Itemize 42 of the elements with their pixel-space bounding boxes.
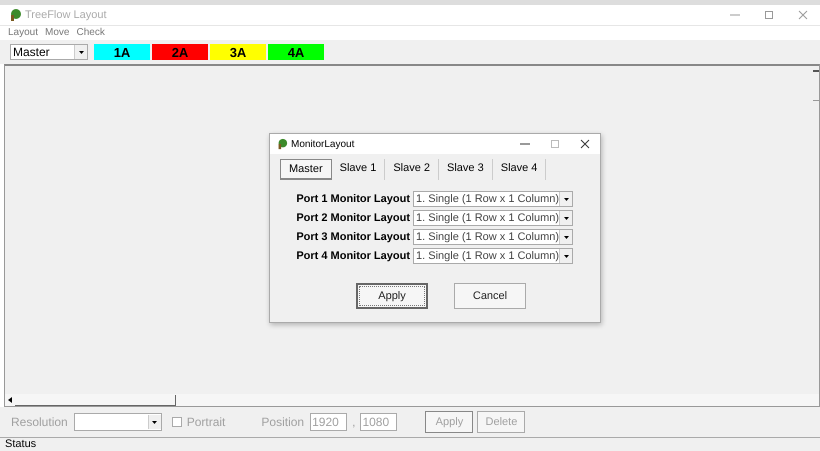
field-label: Port 1 Monitor Layout — [295, 193, 410, 205]
dropdown-icon — [74, 45, 87, 59]
monitor-select[interactable]: Master — [10, 44, 88, 60]
layout-select[interactable]: 1. Single (1 Row x 1 Column) — [413, 229, 573, 245]
monitor-tag[interactable]: 2A — [152, 44, 208, 60]
dropdown-icon — [559, 192, 572, 206]
menu-item[interactable]: Layout — [8, 27, 38, 39]
dropdown-icon — [559, 211, 572, 225]
tab[interactable]: Slave 1 — [332, 159, 386, 180]
field-label: Port 3 Monitor Layout — [295, 231, 410, 243]
dropdown-icon — [559, 230, 572, 244]
layout-select[interactable]: 1. Single (1 Row x 1 Column) — [413, 191, 573, 207]
menu-item[interactable]: Check — [76, 27, 105, 39]
apply-button[interactable]: Apply — [356, 283, 428, 309]
field-label: Port 4 Monitor Layout — [295, 250, 410, 262]
vertical-scrollbar[interactable] — [813, 70, 819, 101]
status-bar: Status — [0, 437, 820, 451]
tab[interactable]: Slave 2 — [385, 159, 440, 180]
cancel-button[interactable]: Cancel — [454, 283, 526, 309]
layout-select[interactable]: 1. Single (1 Row x 1 Column) — [413, 210, 573, 226]
window-title: TreeFlow Layout — [25, 9, 107, 21]
maximize-icon[interactable] — [764, 10, 774, 20]
tab[interactable]: Slave 4 — [492, 159, 546, 180]
menu-item[interactable]: Move — [45, 27, 70, 39]
layout-select[interactable]: 1. Single (1 Row x 1 Column) — [413, 248, 573, 264]
comma-separator: , — [352, 415, 356, 429]
dialog-title: MonitorLayout — [291, 138, 354, 150]
tab[interactable]: Master — [280, 159, 332, 180]
position-label: Position — [261, 415, 304, 429]
tree-icon — [276, 138, 288, 150]
resolution-label: Resolution — [11, 415, 68, 429]
monitor-tag[interactable]: 1A — [94, 44, 150, 60]
dropdown-icon — [148, 415, 161, 429]
monitor-tag[interactable]: 3A — [210, 44, 266, 60]
dropdown-icon — [559, 249, 572, 263]
close-icon[interactable] — [580, 139, 590, 149]
field-label: Port 2 Monitor Layout — [295, 212, 410, 224]
portrait-label: Portrait — [186, 415, 226, 429]
monitor-tag[interactable]: 4A — [268, 44, 324, 60]
maximize-icon[interactable] — [550, 139, 560, 149]
tree-icon — [8, 8, 22, 22]
tab[interactable]: Slave 3 — [439, 159, 493, 180]
